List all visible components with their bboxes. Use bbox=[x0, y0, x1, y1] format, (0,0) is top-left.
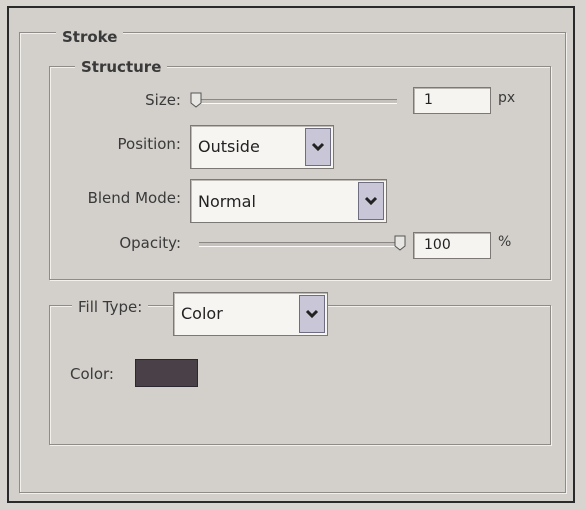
position-select[interactable]: Outside bbox=[190, 125, 334, 169]
opacity-slider-thumb[interactable] bbox=[394, 235, 406, 251]
chevron-down-icon[interactable] bbox=[299, 295, 325, 333]
size-slider-thumb[interactable] bbox=[190, 92, 202, 108]
opacity-input[interactable]: 100 bbox=[413, 232, 491, 259]
blend-mode-select[interactable]: Normal bbox=[190, 179, 387, 223]
opacity-slider-track[interactable] bbox=[199, 242, 399, 247]
opacity-unit: % bbox=[498, 234, 512, 250]
blend-mode-label: Blend Mode: bbox=[87, 189, 181, 207]
opacity-label: Opacity: bbox=[119, 234, 181, 252]
color-swatch[interactable] bbox=[135, 359, 198, 387]
size-input[interactable]: 1 bbox=[413, 87, 491, 114]
position-label: Position: bbox=[117, 135, 181, 153]
chevron-down-icon[interactable] bbox=[305, 128, 331, 166]
stroke-legend: Stroke bbox=[56, 28, 124, 46]
stroke-panel: Stroke Structure Size: 1 px Position: Ou… bbox=[7, 6, 575, 503]
fill-type-select-value: Color bbox=[181, 304, 223, 323]
size-slider-track[interactable] bbox=[193, 99, 397, 104]
fill-type-label: Fill Type: bbox=[72, 298, 149, 316]
size-label: Size: bbox=[145, 91, 181, 109]
chevron-down-icon[interactable] bbox=[358, 182, 384, 220]
position-select-value: Outside bbox=[198, 137, 260, 156]
color-label: Color: bbox=[70, 365, 114, 383]
structure-legend: Structure bbox=[75, 58, 168, 76]
fill-type-select[interactable]: Color bbox=[173, 292, 328, 336]
size-unit: px bbox=[498, 90, 516, 106]
blend-mode-select-value: Normal bbox=[198, 192, 256, 211]
